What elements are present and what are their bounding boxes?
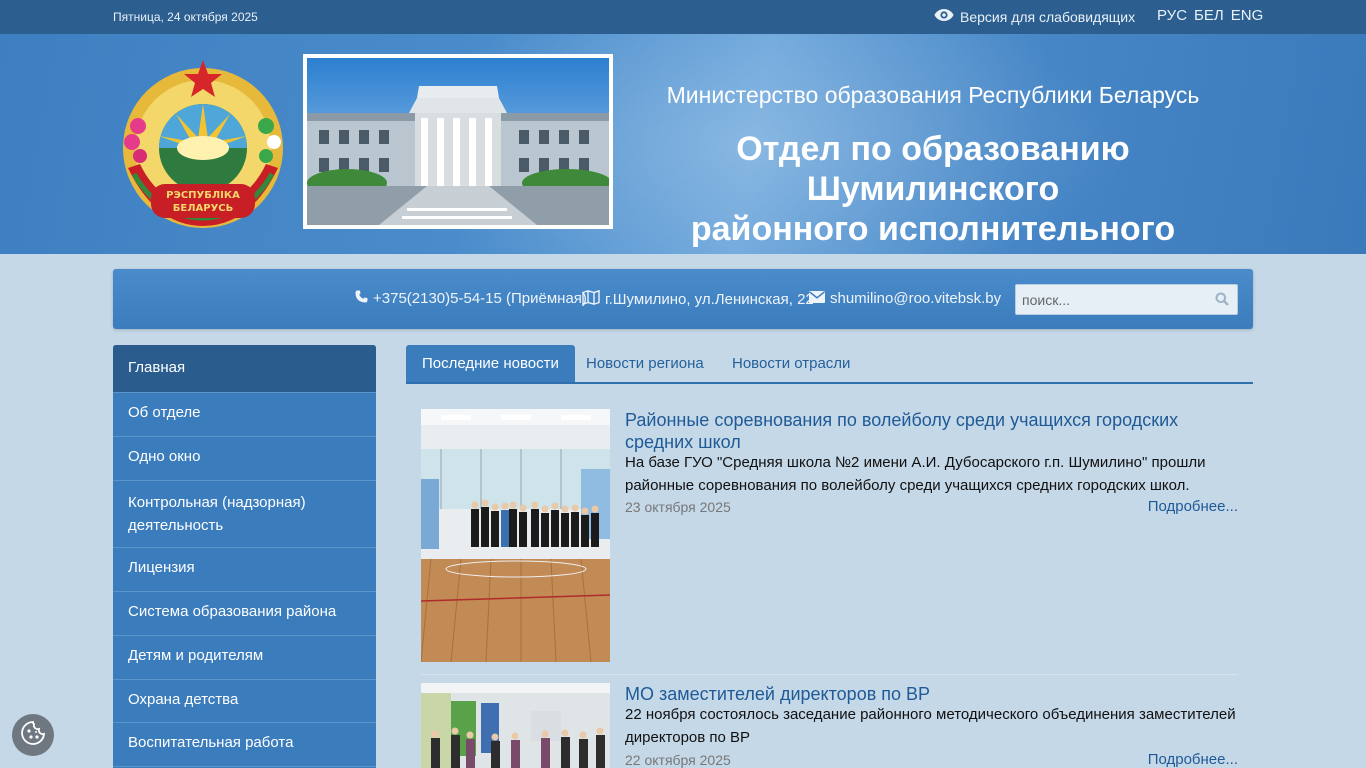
site-header: РЭСПУБЛІКА БЕЛАРУСЬ Министерство образов…	[0, 34, 1366, 254]
news-title[interactable]: Районные соревнования по волейболу среди…	[625, 409, 1235, 453]
eye-icon	[934, 8, 954, 25]
menu-item-child-protection[interactable]: Охрана детства	[113, 680, 376, 723]
lang-by[interactable]: БЕЛ	[1194, 7, 1224, 24]
news-summary: 22 ноября состоялось заседание районного…	[625, 706, 1236, 746]
address-text: г.Шумилино, ул.Ленинская, 22	[605, 291, 814, 308]
email-address: shumilino@roo.vitebsk.by	[830, 290, 1002, 307]
menu-item-license[interactable]: Лицензия	[113, 548, 376, 592]
building-photo	[303, 54, 613, 229]
news-summary: На базе ГУО "Средняя школа №2 имени А.И.…	[625, 454, 1206, 494]
low-vision-label: Версия для слабовидящих	[960, 8, 1136, 25]
envelope-icon	[809, 290, 825, 307]
map-icon	[582, 289, 600, 309]
phone-icon	[355, 290, 368, 307]
sidebar-menu: Главная Об отделе Одно окно Контрольная …	[113, 345, 376, 768]
menu-item-one-window[interactable]: Одно окно	[113, 437, 376, 481]
news-divider	[421, 674, 1238, 675]
address-contact[interactable]: г.Шумилино, ул.Ленинская, 22	[582, 289, 814, 309]
news-thumbnail[interactable]	[421, 683, 610, 768]
phone-number: +375(2130)5-54-15 (Приёмная)	[373, 290, 587, 307]
news-thumbnail[interactable]	[421, 409, 610, 662]
current-date: Пятница, 24 октября 2025	[113, 10, 258, 24]
department-title-line1: Отдел по образованию Шумилинского	[736, 130, 1130, 208]
emblem-text-1: РЭСПУБЛІКА	[166, 190, 240, 201]
tab-region-news[interactable]: Новости региона	[570, 345, 720, 382]
read-more-link[interactable]: Подробнее...	[1148, 751, 1238, 768]
tab-industry-news[interactable]: Новости отрасли	[716, 345, 866, 382]
search-input[interactable]	[1016, 285, 1211, 314]
menu-item-education-system[interactable]: Система образования района	[113, 592, 376, 636]
state-emblem[interactable]: РЭСПУБЛІКА БЕЛАРУСЬ	[116, 56, 290, 232]
news-title[interactable]: МО заместителей директоров по ВР	[625, 683, 1235, 705]
low-vision-link[interactable]: Версия для слабовидящих	[934, 8, 1135, 25]
cookie-settings-button[interactable]	[12, 714, 54, 756]
ministry-name: Министерство образования Республики Бела…	[666, 82, 1200, 108]
contact-bar: +375(2130)5-54-15 (Приёмная) г.Шумилино,…	[113, 269, 1253, 329]
lang-en[interactable]: ENG	[1231, 7, 1264, 24]
menu-item-about[interactable]: Об отделе	[113, 393, 376, 437]
menu-item-control-activity[interactable]: Контрольная (надзорная) деятельность	[113, 481, 376, 548]
department-title-line2: районного исполнительного комитета	[690, 210, 1176, 254]
phone-contact[interactable]: +375(2130)5-54-15 (Приёмная)	[355, 290, 587, 307]
menu-item-children-parents[interactable]: Детям и родителям	[113, 636, 376, 680]
news-item: МО заместителей директоров по ВР 22 нояб…	[421, 683, 1238, 768]
news-date: 22 октября 2025	[625, 752, 731, 768]
read-more-link[interactable]: Подробнее...	[1148, 498, 1238, 515]
menu-item-home[interactable]: Главная	[113, 345, 376, 393]
email-contact[interactable]: shumilino@roo.vitebsk.by	[809, 290, 1001, 307]
language-switcher: РУС БЕЛ ENG	[1157, 7, 1263, 24]
lang-ru[interactable]: РУС	[1157, 7, 1187, 24]
department-title: Отдел по образованию Шумилинского районн…	[640, 129, 1226, 254]
search-box	[1015, 284, 1238, 315]
top-bar: Пятница, 24 октября 2025 Версия для слаб…	[0, 0, 1366, 34]
emblem-text-2: БЕЛАРУСЬ	[173, 203, 234, 214]
news-tabs: Последние новости Новости региона Новост…	[406, 345, 1253, 384]
cookie-icon	[20, 720, 46, 751]
tab-latest-news[interactable]: Последние новости	[406, 345, 575, 382]
search-icon[interactable]	[1215, 292, 1229, 310]
news-date: 23 октября 2025	[625, 499, 731, 515]
news-item: Районные соревнования по волейболу среди…	[421, 409, 1238, 662]
menu-item-upbringing[interactable]: Воспитательная работа	[113, 723, 376, 767]
